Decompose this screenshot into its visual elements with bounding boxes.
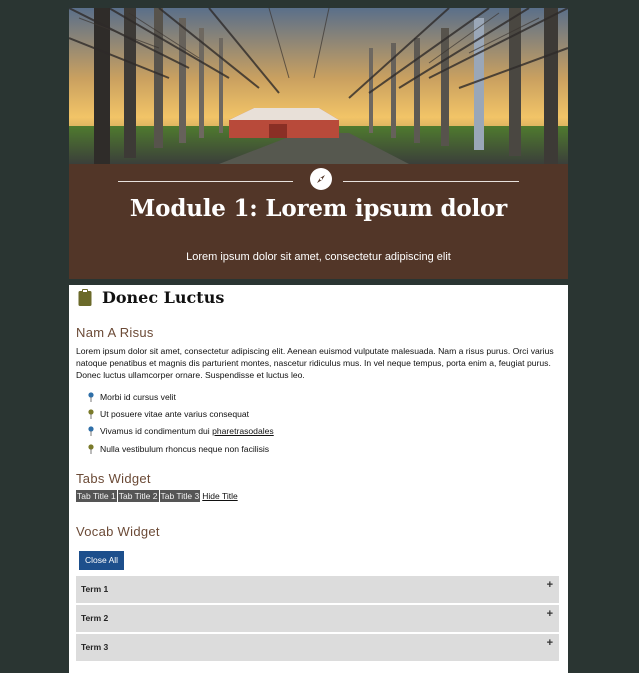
header-rule-right [343, 181, 519, 182]
nam-heading: Nam A Risus [76, 325, 154, 340]
pharetrasodales-link[interactable]: pharetrasodales [212, 426, 274, 436]
module-page: Module 1: Lorem ipsum dolor Lorem ipsum … [69, 8, 568, 673]
tabs-widget-heading: Tabs Widget [76, 471, 151, 486]
tab-title-2[interactable]: Tab Title 2 [117, 490, 159, 502]
pushpin-icon [88, 409, 94, 419]
vocab-widget-heading: Vocab Widget [76, 524, 160, 539]
section-title: Donec Luctus [102, 287, 225, 307]
page-subtitle: Lorem ipsum dolor sit amet, consectetur … [186, 251, 451, 263]
section-heading: Donec Luctus [78, 286, 224, 308]
close-all-button[interactable]: Close All [79, 551, 124, 570]
list-item-text: Ut posuere vitae ante varius consequat [100, 408, 250, 419]
tab-bar: Tab Title 1 Tab Title 2 Tab Title 3 Hide… [76, 490, 238, 502]
nam-paragraph: Lorem ipsum dolor sit amet, consectetur … [76, 346, 554, 380]
list-item-text: Morbi id cursus velit [100, 391, 176, 402]
term-label: Term 3 [81, 642, 109, 652]
list-item-text: Nulla vestibulum rhoncus neque non facil… [100, 443, 270, 454]
module-header: Module 1: Lorem ipsum dolor Lorem ipsum … [69, 164, 568, 279]
term-accordion-1[interactable]: Term 1 + [76, 576, 559, 603]
tab-title-3[interactable]: Tab Title 3 [159, 490, 201, 502]
list-item-text: Vivamus id condimentum dui [100, 426, 213, 437]
pushpin-icon [88, 443, 94, 454]
pushpin-icon [88, 426, 94, 437]
plus-icon[interactable]: + [547, 608, 553, 620]
term-label: Term 1 [81, 584, 109, 594]
list-item: Vivamus id condimentum dui pharetrasodal… [88, 423, 274, 440]
banner-image [69, 8, 568, 164]
term-accordion-2[interactable]: Term 2 + [76, 605, 559, 632]
list-item: Nulla vestibulum rhoncus neque non facil… [88, 440, 274, 457]
compass-icon [310, 168, 332, 190]
plus-icon[interactable]: + [547, 579, 553, 591]
term-label: Term 2 [81, 613, 109, 623]
list-item: Ut posuere vitae ante varius consequat [88, 405, 274, 422]
page-title: Module 1: Lorem ipsum dolor [129, 195, 508, 222]
bullet-list: Morbi id cursus velit Ut posuere vitae a… [88, 388, 274, 457]
header-divider [69, 279, 568, 285]
tab-title-1[interactable]: Tab Title 1 [76, 490, 117, 502]
clipboard-icon [78, 288, 92, 306]
term-accordion-3[interactable]: Term 3 + [76, 634, 559, 661]
list-item: Morbi id cursus velit [88, 388, 274, 405]
hide-title-link[interactable]: Hide Title [202, 491, 237, 501]
pushpin-icon [88, 392, 94, 402]
plus-icon[interactable]: + [547, 637, 553, 649]
header-rule-left [118, 181, 293, 182]
